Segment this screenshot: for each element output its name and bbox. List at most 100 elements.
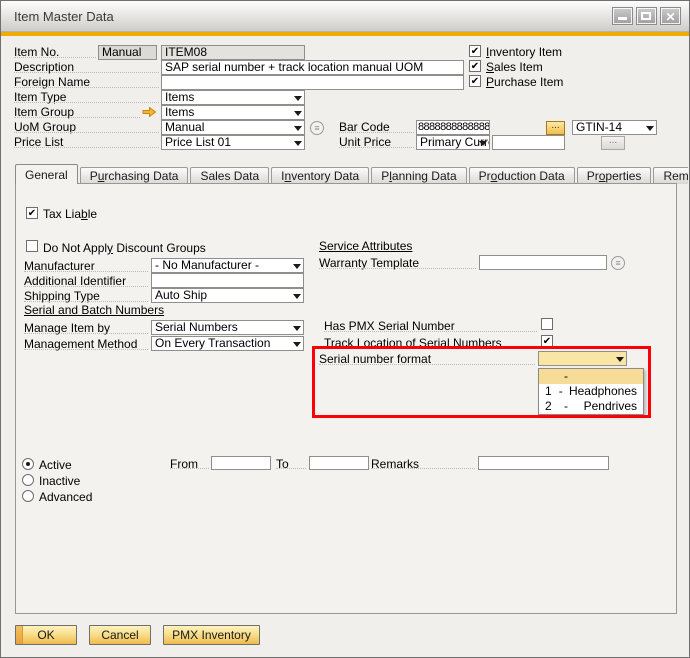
shipping-type-dropdown[interactable]: Auto Ship <box>151 288 304 303</box>
bar-code-more-button[interactable]: ... <box>546 121 565 135</box>
serial-format-dropdown[interactable] <box>538 351 627 366</box>
item-master-data-window: Item Master Data ✕ Item No. Manual ITEM0… <box>0 0 690 658</box>
dotted-guide <box>170 468 209 469</box>
dotted-guide <box>14 72 159 73</box>
dotted-guide <box>24 301 148 302</box>
bar-code-field[interactable]: 88888888888884 <box>416 120 490 135</box>
price-list-dropdown[interactable]: Price List 01 <box>161 135 305 150</box>
chevron-down-icon <box>479 141 487 146</box>
serial-format-option-headphones[interactable]: 1 - Headphones <box>539 384 643 399</box>
serial-format-option-pendrives[interactable]: 2 - Pendrives <box>539 399 643 414</box>
item-group-dropdown[interactable]: Items <box>161 105 305 120</box>
link-arrow-icon[interactable] <box>142 106 157 118</box>
dotted-guide <box>276 468 306 469</box>
tab-production-data[interactable]: Production Data <box>469 167 575 184</box>
service-attributes-section-header: Service Attributes <box>319 240 412 253</box>
inactive-radio-label: Inactive <box>39 475 80 488</box>
chevron-down-icon <box>616 357 624 362</box>
purchase-item-label: Purchase Item <box>486 76 563 89</box>
remarks-label: Remarks <box>371 458 419 471</box>
item-no-mode-field[interactable]: Manual <box>98 45 157 60</box>
item-no-field[interactable]: ITEM08 <box>161 45 305 60</box>
accent-line <box>1 32 689 36</box>
tab-remarks[interactable]: Remarks <box>653 167 688 184</box>
unit-price-field[interactable] <box>492 135 565 150</box>
maximize-button[interactable] <box>636 7 657 25</box>
maximize-icon <box>641 12 651 20</box>
title-bar[interactable]: Item Master Data ✕ <box>1 1 689 32</box>
pmx-inventory-button[interactable]: PMX Inventory <box>163 625 260 645</box>
management-method-dropdown[interactable]: On Every Transaction <box>151 336 304 351</box>
tab-properties[interactable]: Properties <box>577 167 652 184</box>
purchase-item-checkbox[interactable]: ✔ <box>469 75 481 87</box>
minimize-button[interactable] <box>612 7 633 25</box>
to-label: To <box>276 458 289 471</box>
track-location-checkbox[interactable]: ✔ <box>541 335 553 347</box>
from-field[interactable] <box>211 456 271 470</box>
inventory-item-label: Inventory Item <box>486 46 562 59</box>
dotted-guide <box>24 286 148 287</box>
sales-item-checkbox[interactable]: ✔ <box>469 60 481 72</box>
chevron-down-icon <box>294 126 302 131</box>
choose-from-list-icon[interactable]: ≡ <box>310 121 324 135</box>
chevron-down-icon <box>294 141 302 146</box>
warranty-template-field[interactable] <box>479 255 607 270</box>
tab-inventory-data[interactable]: Inventory Data <box>271 167 369 184</box>
tab-sales-data[interactable]: Sales Data <box>190 167 269 184</box>
tab-general[interactable]: General <box>15 164 78 184</box>
advanced-radio[interactable] <box>22 490 34 502</box>
tab-purchasing-data[interactable]: Purchasing Data <box>80 167 189 184</box>
tab-bar: General Purchasing Data Sales Data Inven… <box>15 164 688 184</box>
serial-format-option-blank[interactable]: - <box>539 369 643 384</box>
tax-liable-checkbox[interactable]: ✔ <box>26 207 38 219</box>
dotted-guide <box>371 468 475 469</box>
dotted-guide <box>14 132 159 133</box>
tax-liable-label: Tax Liable <box>43 208 97 221</box>
foreign-name-field[interactable] <box>161 75 464 90</box>
dotted-guide <box>339 132 414 133</box>
unit-price-currency-dropdown[interactable]: Primary Curre <box>416 135 490 150</box>
inactive-radio[interactable] <box>22 474 34 486</box>
serial-format-dropdown-list: - 1 - Headphones 2 - Pendrives <box>538 368 644 415</box>
ok-button[interactable]: OK <box>15 625 77 645</box>
advanced-radio-label: Advanced <box>39 491 92 504</box>
choose-from-list-icon[interactable]: ≡ <box>611 256 625 270</box>
dotted-guide <box>24 333 148 334</box>
chevron-down-icon <box>293 326 301 331</box>
default-button-stripe <box>16 626 23 644</box>
chevron-down-icon <box>294 111 302 116</box>
manufacturer-dropdown[interactable]: - No Manufacturer - <box>151 258 304 273</box>
tab-planning-data[interactable]: Planning Data <box>371 167 466 184</box>
unit-price-more-button[interactable]: ... <box>601 136 625 150</box>
serial-batch-section-header: Serial and Batch Numbers <box>24 304 164 317</box>
dotted-guide <box>319 364 535 365</box>
dotted-guide <box>14 87 159 88</box>
has-pmx-serial-checkbox[interactable] <box>541 318 553 330</box>
minimize-icon <box>618 17 627 20</box>
to-field[interactable] <box>309 456 369 470</box>
dotted-guide <box>324 348 537 349</box>
additional-identifier-field[interactable] <box>151 273 304 288</box>
bar-code-type-dropdown[interactable]: GTIN-14 <box>572 120 657 135</box>
from-label: From <box>170 458 198 471</box>
discount-groups-label: Do Not Apply Discount Groups <box>43 242 206 255</box>
manage-item-by-dropdown[interactable]: Serial Numbers <box>151 320 304 335</box>
close-icon: ✕ <box>665 10 675 24</box>
cancel-button[interactable]: Cancel <box>89 625 151 645</box>
uom-group-dropdown[interactable]: Manual <box>161 120 305 135</box>
dotted-guide <box>14 102 159 103</box>
active-radio[interactable] <box>22 458 34 470</box>
close-button[interactable]: ✕ <box>660 7 681 25</box>
dotted-guide <box>24 349 148 350</box>
active-radio-label: Active <box>39 459 72 472</box>
dotted-guide <box>324 331 537 332</box>
chevron-down-icon <box>293 342 301 347</box>
discount-groups-checkbox[interactable] <box>26 240 38 252</box>
dotted-guide <box>24 271 148 272</box>
inventory-item-checkbox[interactable]: ✔ <box>469 45 481 57</box>
sales-item-label: Sales Item <box>486 61 543 74</box>
dotted-guide <box>339 147 414 148</box>
item-type-dropdown[interactable]: Items <box>161 90 305 105</box>
remarks-field[interactable] <box>478 456 609 470</box>
description-field[interactable]: SAP serial number + track location manua… <box>161 60 464 75</box>
